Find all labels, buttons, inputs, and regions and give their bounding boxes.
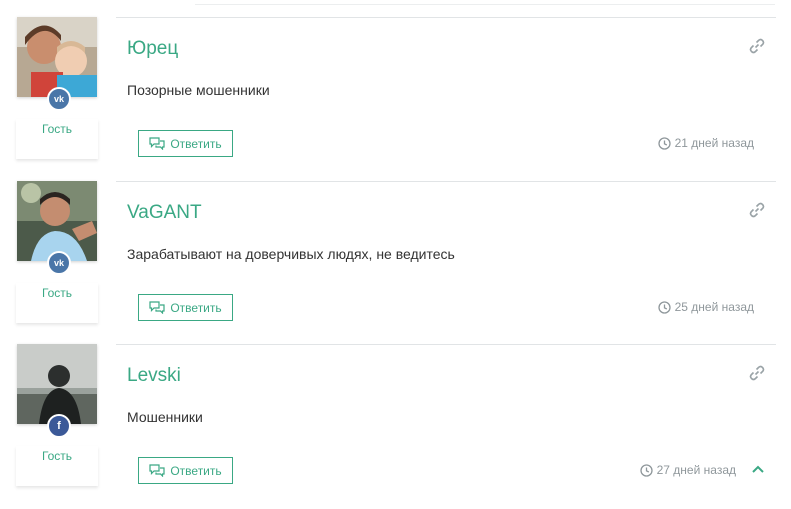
- clock-icon: [657, 300, 671, 314]
- comment-text: Позорные мошенники: [127, 82, 270, 98]
- comment-text: Мошенники: [127, 409, 203, 425]
- vk-icon[interactable]: vk: [47, 251, 71, 275]
- comment: vk Гость Юрец Позорные мошенники Ответит…: [0, 17, 791, 181]
- comment-time-text: 21 дней назад: [674, 136, 754, 150]
- user-role-box: Гость: [16, 283, 98, 323]
- comment-author[interactable]: VaGANT: [127, 202, 202, 224]
- link-icon[interactable]: [748, 364, 766, 382]
- reply-button[interactable]: Ответить: [138, 294, 233, 321]
- user-role: Гость: [41, 286, 73, 300]
- comment: vk Гость VaGANT Зарабатывают на доверчив…: [0, 181, 791, 345]
- comment-author[interactable]: Levski: [127, 365, 181, 387]
- comment-time: 21 дней назад: [657, 136, 754, 150]
- vk-icon[interactable]: vk: [47, 87, 71, 111]
- avatar[interactable]: [17, 181, 97, 261]
- link-icon[interactable]: [748, 37, 766, 55]
- chat-bubbles-icon: [149, 464, 165, 477]
- clock-icon: [639, 463, 653, 477]
- comment-card: Levski Мошенники Ответить 27 дней назад: [116, 344, 776, 509]
- clock-icon: [657, 136, 671, 150]
- user-role-box: Гость: [16, 119, 98, 159]
- reply-label: Ответить: [170, 136, 222, 151]
- user-role: Гость: [41, 449, 73, 463]
- comment-time: 25 дней назад: [657, 300, 754, 314]
- comment-text: Зарабатывают на доверчивых людях, не вед…: [127, 246, 455, 262]
- reply-button[interactable]: Ответить: [138, 457, 233, 484]
- comment-author[interactable]: Юрец: [127, 38, 178, 60]
- comment-card: VaGANT Зарабатывают на доверчивых людях,…: [116, 181, 776, 346]
- chevron-up-icon[interactable]: [750, 461, 766, 477]
- avatar[interactable]: [17, 344, 97, 424]
- chat-bubbles-icon: [149, 301, 165, 314]
- reply-label: Ответить: [170, 463, 222, 478]
- comment-time-text: 27 дней назад: [656, 463, 736, 477]
- divider: [195, 4, 775, 5]
- reply-button[interactable]: Ответить: [138, 130, 233, 157]
- avatar[interactable]: [17, 17, 97, 97]
- comment: f Гость Levski Мошенники Ответить 27 дне…: [0, 344, 791, 508]
- link-icon[interactable]: [748, 201, 766, 219]
- comment-time-text: 25 дней назад: [674, 300, 754, 314]
- facebook-icon[interactable]: f: [47, 414, 71, 438]
- comment-card: Юрец Позорные мошенники Ответить 21 дней…: [116, 17, 776, 182]
- user-role: Гость: [41, 122, 73, 136]
- reply-label: Ответить: [170, 300, 222, 315]
- comment-time: 27 дней назад: [639, 463, 736, 477]
- user-role-box: Гость: [16, 446, 98, 486]
- chat-bubbles-icon: [149, 137, 165, 150]
